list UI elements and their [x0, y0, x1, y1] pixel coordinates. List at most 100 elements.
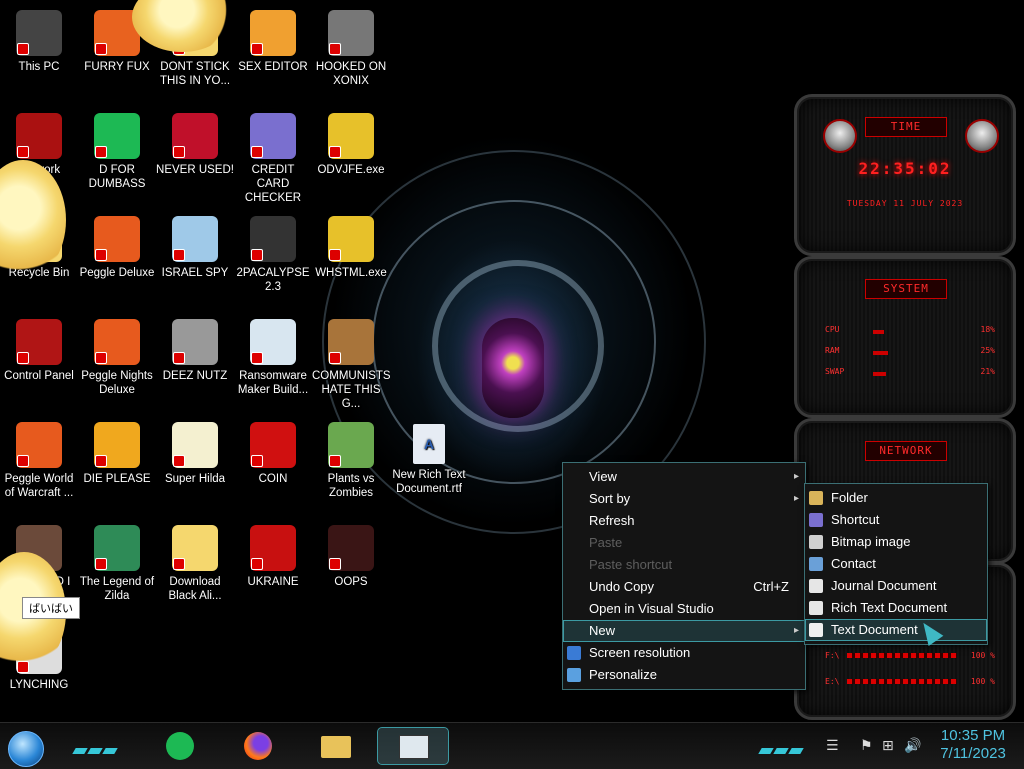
menu-item-view[interactable]: View ▸: [563, 466, 805, 488]
menu-item-folder[interactable]: Folder: [805, 487, 987, 509]
menu-item-journal-document[interactable]: Journal Document: [805, 575, 987, 597]
desktop-icon-label: Super Hilda: [164, 473, 226, 485]
taskbar-app-active-window[interactable]: [377, 727, 449, 765]
menu-item-undo-copy[interactable]: Undo Copy Ctrl+Z: [563, 576, 805, 598]
desktop-icon[interactable]: Peggle Deluxe: [78, 216, 156, 280]
desktop-icon[interactable]: 2PACALYPSE 2.3: [234, 216, 312, 294]
app-icon: [16, 422, 62, 468]
shortcut-arrow-icon: [329, 249, 341, 261]
menu-item-refresh[interactable]: Refresh: [563, 510, 805, 532]
desktop-icon[interactable]: Control Panel: [0, 319, 78, 383]
taskbar-accent-right: [758, 741, 805, 754]
shortcut-arrow-icon: [17, 146, 29, 158]
desktop-icon[interactable]: The Legend of Zilda: [78, 525, 156, 603]
menu-item-icon: [809, 513, 823, 527]
stat-row: CPU 18%: [825, 325, 995, 339]
app-icon: [328, 10, 374, 56]
desktop-context-menu: View ▸ Sort by ▸ Refresh Paste Paste shortcut U…: [562, 462, 806, 690]
stat-value: 25%: [980, 346, 995, 355]
menu-item-personalize[interactable]: Personalize: [563, 664, 805, 686]
shortcut-arrow-icon: [173, 558, 185, 570]
system-clock[interactable]: 10:35 PM 7/11/2023: [928, 727, 1018, 763]
menu-item-contact[interactable]: Contact: [805, 553, 987, 575]
stat-name: CPU: [825, 325, 840, 334]
shortcut-arrow-icon: [251, 249, 263, 261]
show-hidden-icons[interactable]: ☰: [826, 737, 839, 754]
start-button[interactable]: [8, 731, 44, 767]
shortcut-arrow-icon: [251, 146, 263, 158]
desktop-icon[interactable]: SEX EDITOR: [234, 10, 312, 74]
stat-row: SWAP 21%: [825, 367, 995, 381]
desktop-icon[interactable]: D FOR DUMBASS: [78, 113, 156, 191]
menu-item-label: Undo Copy: [589, 579, 655, 594]
menu-item-label: Shortcut: [831, 512, 880, 527]
menu-item-sort-by[interactable]: Sort by ▸: [563, 488, 805, 510]
desktop-icon[interactable]: UKRAINE: [234, 525, 312, 589]
rich-text-file-icon[interactable]: A New Rich Text Document.rtf: [390, 424, 468, 496]
menu-item-label: View: [589, 469, 617, 484]
menu-item-icon: [809, 579, 823, 593]
taskbar-app-firefox[interactable]: [240, 728, 276, 764]
app-icon: [328, 422, 374, 468]
desktop-icon[interactable]: NEVER USED!: [156, 113, 234, 177]
desktop-icon-label: Download Black Ali...: [168, 576, 222, 602]
taskbar-app-spotify[interactable]: [162, 728, 198, 764]
taskbar-date: 7/11/2023: [940, 745, 1006, 762]
desktop-icon[interactable]: CREDIT CARD CHECKER: [234, 113, 312, 205]
menu-item-label: Paste shortcut: [589, 557, 673, 572]
desktop-icon[interactable]: ISRAEL SPY: [156, 216, 234, 280]
menu-item-label: Folder: [831, 490, 868, 505]
taskbar: ☰ ⚑ ⊞ 🔊 10:35 PM 7/11/2023: [0, 722, 1024, 769]
menu-item-label: Screen resolution: [589, 645, 691, 660]
taskbar-time: 10:35 PM: [940, 727, 1006, 744]
shortcut-arrow-icon: [95, 455, 107, 467]
app-icon: [250, 216, 296, 262]
desktop-icon[interactable]: Peggle Nights Deluxe: [78, 319, 156, 397]
flag-icon[interactable]: ⚑: [860, 737, 873, 754]
menu-item-text-document[interactable]: Text Document: [805, 619, 987, 641]
menu-item-icon: [809, 557, 823, 571]
app-icon: [250, 10, 296, 56]
app-icon: [328, 216, 374, 262]
menu-item-open-in-visual-studio[interactable]: Open in Visual Studio: [563, 598, 805, 620]
shortcut-arrow-icon: [95, 146, 107, 158]
menu-shortcut: Ctrl+Z: [753, 579, 789, 594]
menu-item-icon: [809, 601, 823, 615]
network-tray-icon[interactable]: ⊞: [882, 737, 894, 754]
drive-row: F:\ 100 %: [825, 651, 995, 665]
desktop-icon[interactable]: Peggle World of Warcraft ...: [0, 422, 78, 500]
desktop-icon[interactable]: WHSTML.exe: [312, 216, 390, 280]
app-icon: [328, 113, 374, 159]
desktop-icon[interactable]: COIN: [234, 422, 312, 486]
menu-item-label: Text Document: [831, 622, 918, 637]
desktop-icon-label: Plants vs Zombies: [327, 473, 375, 499]
volume-icon[interactable]: 🔊: [904, 737, 921, 754]
desktop-icon[interactable]: ODVJFE.exe: [312, 113, 390, 177]
menu-item-shortcut[interactable]: Shortcut: [805, 509, 987, 531]
drive-usage-bar: [847, 679, 957, 684]
desktop-icon-label: Peggle Nights Deluxe: [81, 370, 153, 396]
menu-item-screen-resolution[interactable]: Screen resolution: [563, 642, 805, 664]
desktop-icon[interactable]: Download Black Ali...: [156, 525, 234, 603]
drive-value: 100 %: [970, 651, 995, 660]
taskbar-app-file-explorer[interactable]: [318, 728, 354, 764]
desktop-icon[interactable]: OOPS: [312, 525, 390, 589]
menu-item-bitmap-image[interactable]: Bitmap image: [805, 531, 987, 553]
desktop-icon[interactable]: Ransomware Maker Build...: [234, 319, 312, 397]
app-icon: [172, 113, 218, 159]
desktop-icon[interactable]: DIE PLEASE: [78, 422, 156, 486]
menu-item-label: Bitmap image: [831, 534, 911, 549]
shortcut-arrow-icon: [17, 43, 29, 55]
desktop-icon-label: DEEZ NUTZ: [162, 370, 228, 382]
desktop-icon[interactable]: This PC: [0, 10, 78, 74]
menu-item-rich-text-document[interactable]: Rich Text Document: [805, 597, 987, 619]
stat-bar: [873, 351, 888, 355]
desktop-icon[interactable]: Super Hilda: [156, 422, 234, 486]
desktop-icon[interactable]: HOOKED ON XONIX: [312, 10, 390, 88]
desktop-icon[interactable]: DEEZ NUTZ: [156, 319, 234, 383]
menu-item-new[interactable]: New ▸: [563, 620, 805, 642]
desktop[interactable]: A New Rich Text Document.rtf This PC FURR…: [0, 0, 1024, 722]
desktop-icon[interactable]: COMMUNISTS HATE THIS G...: [312, 319, 390, 411]
menu-item-label: Paste: [589, 535, 623, 550]
desktop-icon[interactable]: Plants vs Zombies: [312, 422, 390, 500]
